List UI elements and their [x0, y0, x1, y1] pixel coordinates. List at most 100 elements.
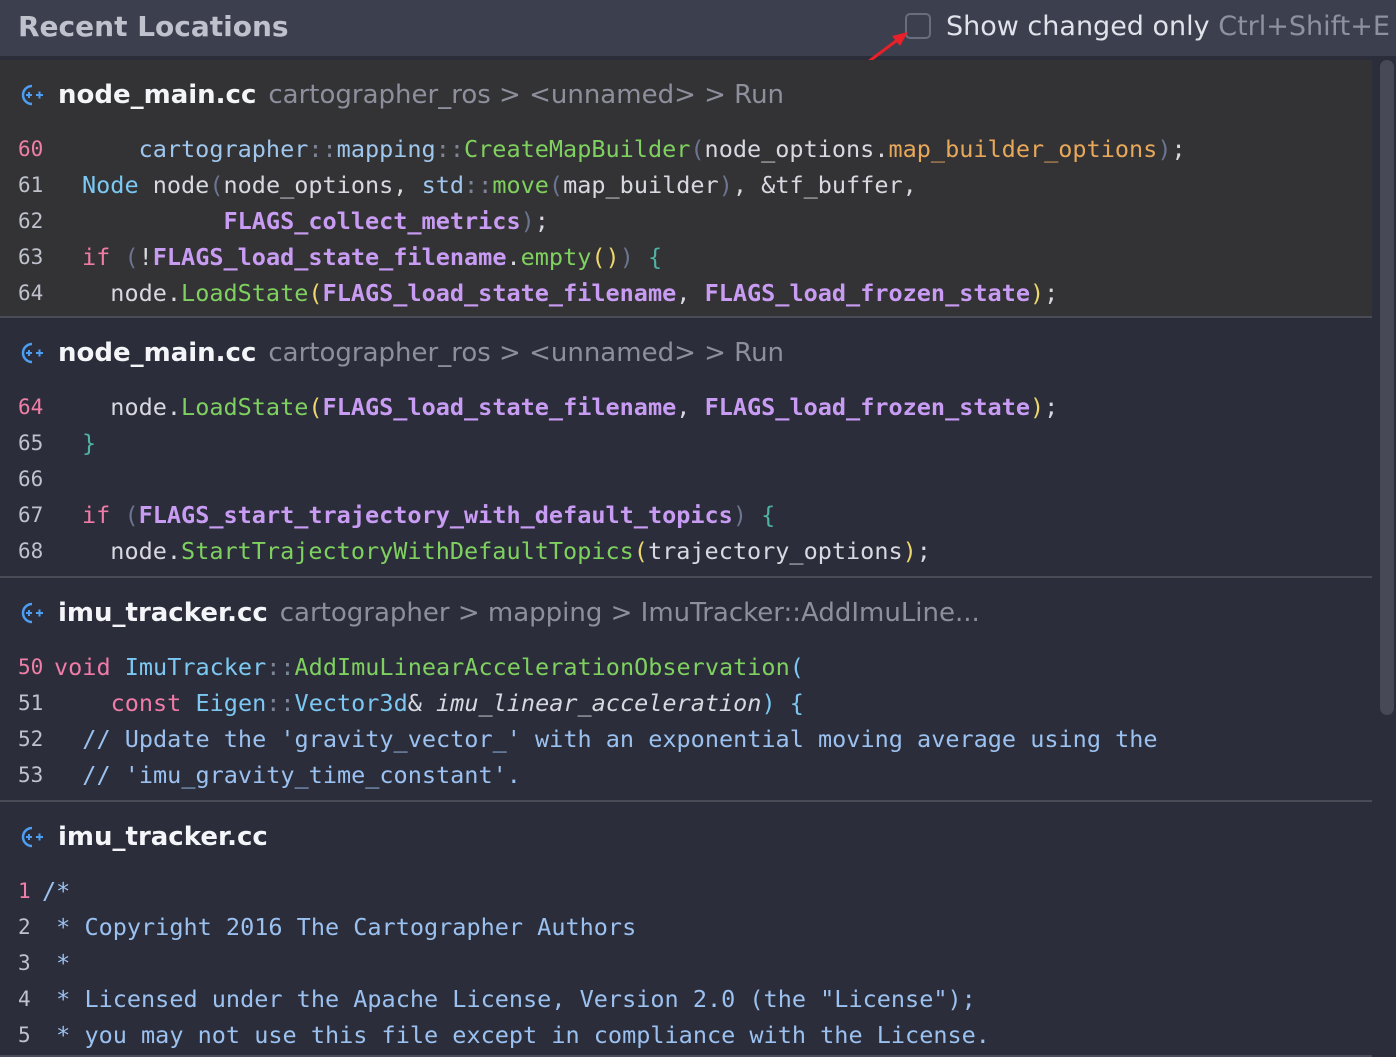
code-token: (: [690, 135, 705, 163]
code-token: , &tf_buffer,: [732, 171, 917, 199]
code-token: (: [124, 501, 139, 529]
cpp-file-icon: [21, 84, 43, 106]
code-token: void: [54, 653, 111, 681]
code-token: }: [82, 429, 97, 457]
code-token: * Copyright 2016 The Cartographer Author…: [42, 913, 637, 941]
file-name: node_main.cc: [58, 338, 257, 368]
code-token: ): [732, 501, 747, 529]
code-token: ;: [1044, 393, 1059, 421]
code-token: {: [789, 689, 804, 717]
code-token: /*: [42, 877, 71, 905]
code-token: (: [548, 171, 564, 199]
file-name: imu_tracker.cc: [58, 598, 268, 628]
code-text: node.LoadState(FLAGS_load_state_filename…: [82, 389, 1058, 425]
code-token: node.: [82, 393, 182, 421]
code-text: Node node(node_options, std::move(map_bu…: [82, 167, 917, 203]
recent-location-entry[interactable]: node_main.cc cartographer_ros > <unnamed>…: [0, 318, 1372, 578]
code-text: // 'imu_gravity_time_constant'.: [54, 757, 521, 793]
line-number: 64: [18, 281, 44, 305]
code-token: FLAGS_load_frozen_state: [704, 279, 1030, 307]
code-text: }: [82, 425, 96, 461]
code-token: ): [1029, 393, 1045, 421]
file-name: imu_tracker.cc: [58, 822, 268, 852]
file-name: node_main.cc: [58, 80, 257, 110]
code-token: ): [761, 689, 776, 717]
code-token: ): [520, 207, 535, 235]
line-number: 66: [18, 467, 44, 491]
code-token: (: [633, 537, 648, 565]
code-token: ): [718, 171, 733, 199]
code-token: node_options: [704, 135, 875, 163]
code-text: if (!FLAGS_load_state_filename.empty()) …: [82, 239, 662, 275]
code-token: (: [124, 243, 139, 271]
code-token: mapping: [336, 135, 436, 163]
line-number: 60: [18, 137, 44, 161]
code-token: !: [138, 243, 153, 271]
code-token: Vector3d: [294, 689, 408, 717]
code-token: FLAGS_collect_metrics: [223, 207, 521, 235]
code-token: ::: [435, 135, 465, 163]
cpp-file-icon: [21, 602, 43, 624]
code-token: FLAGS_start_trajectory_with_default_topi…: [138, 501, 733, 529]
cpp-file-icon: [21, 826, 43, 848]
code-token: move: [492, 171, 549, 199]
line-number: 1: [18, 879, 31, 903]
code-token: // 'imu_gravity_time_constant'.: [82, 761, 521, 789]
code-token: // Update the 'gravity_vector_' with an …: [82, 725, 1158, 753]
code-token: ::: [266, 653, 295, 681]
cpp-file-icon: [21, 342, 43, 364]
code-token: * Licensed under the Apache License, Ver…: [42, 985, 976, 1013]
code-token: {: [761, 501, 776, 529]
code-token: map_builder: [563, 171, 719, 199]
code-text: void ImuTracker::AddImuLinearAcceleratio…: [54, 649, 804, 685]
code-text: FLAGS_collect_metrics);: [82, 203, 548, 239]
code-token: ,: [676, 393, 705, 421]
code-token: {: [648, 243, 663, 271]
code-token: ): [1157, 135, 1172, 163]
recent-location-entry[interactable]: node_main.cc cartographer_ros > <unnamed>…: [0, 60, 1372, 318]
code-token: Eigen: [195, 689, 267, 717]
scrollbar-thumb[interactable]: [1380, 60, 1394, 715]
code-token: ::: [266, 689, 295, 717]
line-number: 50: [18, 655, 44, 679]
recent-location-entry[interactable]: imu_tracker.cc cartographer > mapping > I…: [0, 578, 1372, 802]
code-text: node.LoadState(FLAGS_load_state_filename…: [82, 275, 1058, 311]
breadcrumb: cartographer_ros > <unnamed> > Run: [268, 338, 785, 368]
line-number: 3: [18, 951, 31, 975]
show-changed-only-label[interactable]: Show changed only Ctrl+Shift+E: [946, 11, 1390, 42]
code-token: imu_linear_acceleration: [436, 689, 762, 717]
file-header: node_main.cc cartographer_ros > <unnamed>…: [18, 335, 784, 371]
code-token: (): [591, 243, 620, 271]
code-token: FLAGS_load_state_filename: [152, 243, 507, 271]
code-text: *: [42, 945, 70, 981]
code-token: cartographer: [138, 135, 309, 163]
code-text: * Copyright 2016 The Cartographer Author…: [42, 909, 636, 945]
code-text: /*: [42, 873, 70, 909]
code-token: node.: [82, 537, 182, 565]
code-token: ;: [1171, 135, 1186, 163]
code-token: StartTrajectoryWithDefaultTopics: [181, 537, 634, 565]
code-token: &: [407, 689, 437, 717]
checkbox-label-text: Show changed only: [946, 11, 1210, 42]
code-token: (: [308, 279, 323, 307]
code-token: .: [506, 243, 521, 271]
code-token: node_options,: [223, 171, 422, 199]
line-number: 63: [18, 245, 44, 269]
recent-location-entry[interactable]: imu_tracker.cc 1 /* 2 * Copyright 2016 The …: [0, 802, 1372, 1057]
shortcut-hint: Ctrl+Shift+E: [1218, 11, 1390, 42]
file-header: node_main.cc cartographer_ros > <unnamed>…: [18, 77, 784, 113]
code-token: FLAGS_load_state_filename: [322, 393, 677, 421]
code-token: CreateMapBuilder: [464, 135, 691, 163]
code-token: std: [421, 171, 465, 199]
line-number: 61: [18, 173, 44, 197]
line-number: 62: [18, 209, 44, 233]
code-token: if: [82, 243, 111, 271]
code-token: ): [902, 537, 917, 565]
line-number: 65: [18, 431, 44, 455]
